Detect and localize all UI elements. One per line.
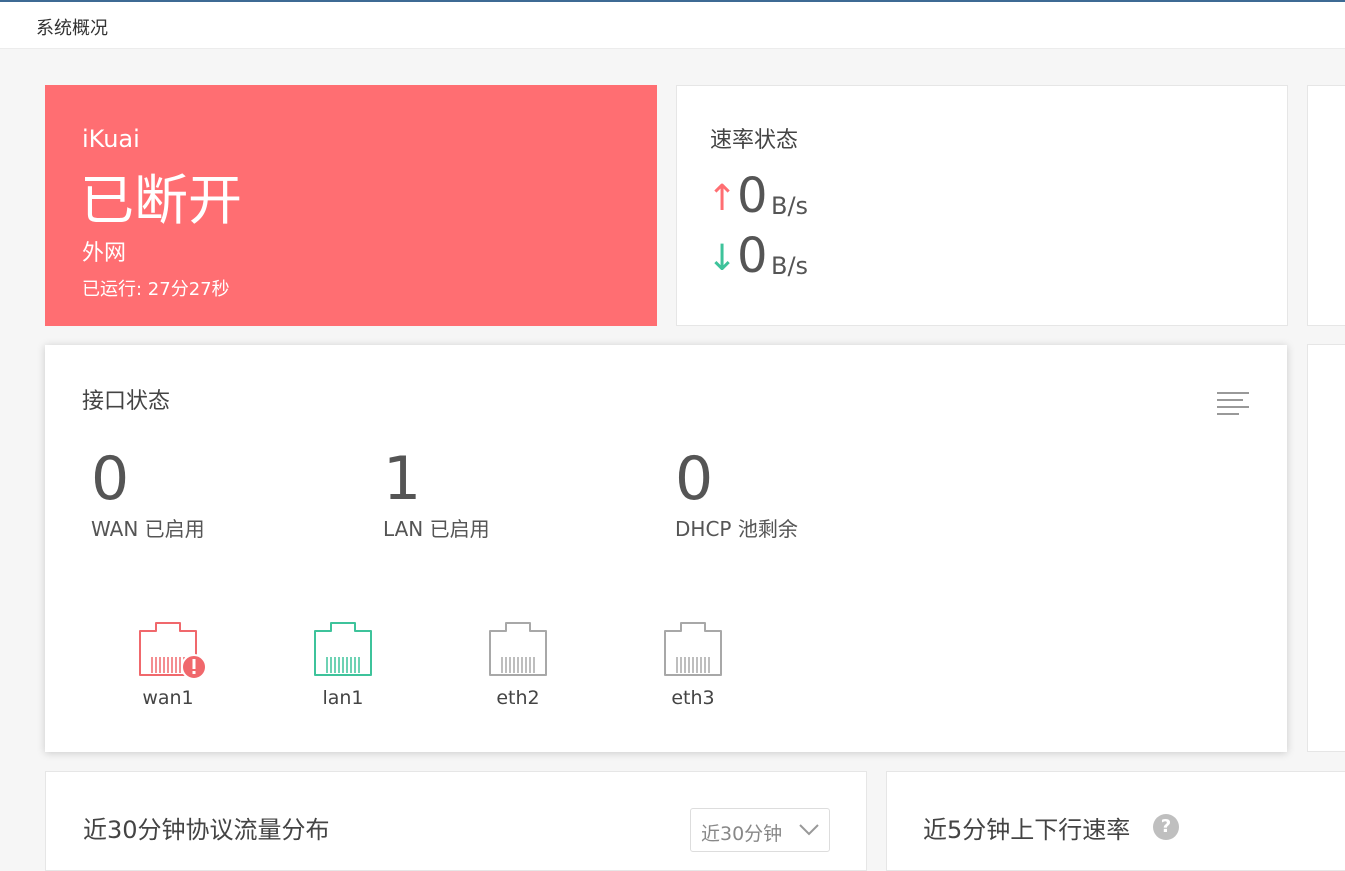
- port-name: lan1: [322, 687, 364, 709]
- interface-status-card: 接口状态 0 WAN 已启用 1 LAN 已启用 0 DHCP 池剩余 wan1…: [45, 345, 1287, 752]
- arrow-up-icon: ↑: [707, 178, 738, 219]
- rate-title: 速率状态: [710, 128, 799, 153]
- dhcp-pool-stat: 0 DHCP 池剩余: [675, 445, 798, 542]
- uptime-text: 已运行: 27分27秒: [82, 279, 230, 300]
- port-name: eth3: [671, 687, 715, 709]
- wan-enabled-count: 0: [91, 444, 130, 514]
- ethernet-port-icon: [139, 622, 207, 680]
- download-value: 0: [737, 228, 768, 284]
- help-icon[interactable]: ?: [1153, 814, 1179, 840]
- port-eth2[interactable]: eth2: [473, 617, 563, 709]
- side-card-top: [1307, 85, 1345, 326]
- port-eth3[interactable]: eth3: [648, 617, 738, 709]
- port-name: eth2: [496, 687, 540, 709]
- brand-name: iKuai: [82, 125, 140, 153]
- page-title: 系统概况: [36, 18, 108, 39]
- dhcp-pool-count: 0: [675, 444, 714, 514]
- ethernet-port-icon: [664, 622, 722, 676]
- ethernet-port-icon: [489, 622, 547, 676]
- upload-unit: B/s: [771, 192, 809, 220]
- top-bar: 系统概况: [0, 0, 1345, 49]
- protocol-title: 近30分钟协议流量分布: [83, 816, 330, 844]
- network-label: 外网: [82, 241, 127, 266]
- download-unit: B/s: [771, 252, 809, 280]
- time-range-value: 近30分钟: [701, 823, 783, 845]
- list-menu-icon[interactable]: [1217, 392, 1249, 415]
- interface-title: 接口状态: [82, 389, 171, 414]
- speed-trend-card: 近5分钟上下行速率 ?: [886, 771, 1345, 871]
- alert-icon: [181, 654, 207, 680]
- arrow-down-icon: ↓: [707, 238, 738, 279]
- wan-enabled-label: WAN 已启用: [91, 517, 205, 541]
- time-range-select[interactable]: 近30分钟: [690, 808, 830, 852]
- port-lan1[interactable]: lan1: [298, 617, 388, 709]
- wan-enabled-stat: 0 WAN 已启用: [91, 445, 205, 542]
- wan-status-card: iKuai 已断开 外网 已运行: 27分27秒: [45, 85, 657, 326]
- port-name: wan1: [142, 687, 194, 709]
- speed-title: 近5分钟上下行速率: [923, 816, 1131, 844]
- protocol-traffic-card: 近30分钟协议流量分布 近30分钟: [45, 771, 867, 871]
- ethernet-port-icon: [314, 622, 372, 676]
- lan-enabled-count: 1: [383, 444, 422, 514]
- lan-enabled-label: LAN 已启用: [383, 517, 490, 541]
- upload-value: 0: [737, 168, 768, 224]
- port-wan1[interactable]: wan1: [123, 617, 213, 709]
- connection-state: 已断开: [80, 169, 242, 232]
- chevron-down-icon: [799, 824, 819, 836]
- dhcp-pool-label: DHCP 池剩余: [675, 517, 798, 541]
- rate-status-card: 速率状态 ↑ 0 B/s ↓ 0 B/s: [676, 85, 1288, 326]
- lan-enabled-stat: 1 LAN 已启用: [383, 445, 490, 542]
- side-card-middle: [1307, 344, 1345, 752]
